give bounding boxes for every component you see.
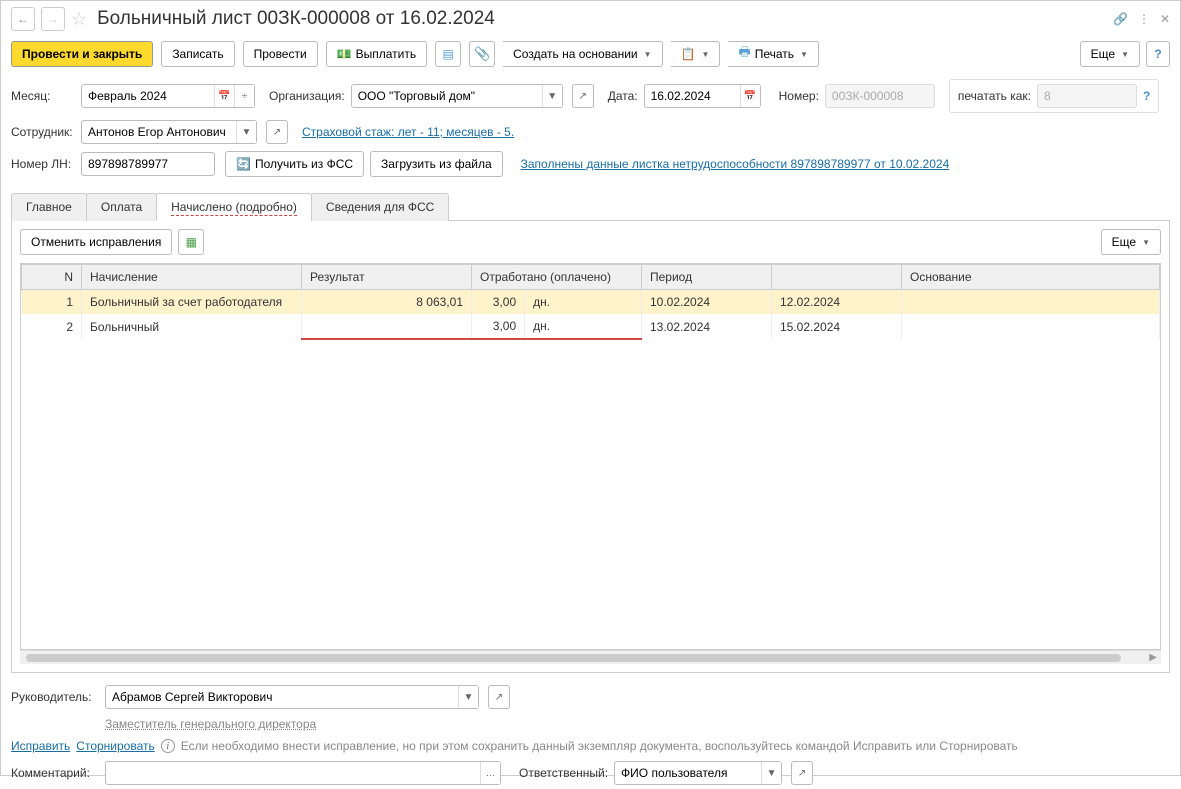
col-accrual[interactable]: Начисление [82,265,302,290]
print-as-help-icon[interactable]: ? [1143,89,1150,103]
table-settings-button[interactable]: ▦ [178,229,204,255]
save-button[interactable]: Записать [161,41,234,67]
col-result[interactable]: Результат [302,265,472,290]
month-input[interactable] [82,85,214,107]
cancel-corrections-button[interactable]: Отменить исправления [20,229,172,255]
money-icon: 💵 [337,47,352,61]
attach-button[interactable]: 📎 [469,41,495,67]
load-file-button[interactable]: Загрузить из файла [370,151,503,177]
paperclip-icon: 📎 [474,46,490,62]
page-title: Больничный лист 00ЗК-000008 от 16.02.202… [97,8,495,30]
tab-accrued[interactable]: Начислено (подробно) [156,193,312,221]
comment-input[interactable] [106,762,480,784]
employee-dropdown-btn[interactable]: ▼ [236,121,256,143]
info-text: Если необходимо внести исправление, но п… [181,739,1018,753]
month-label: Месяц: [11,89,75,103]
print-button[interactable]: 🖶Печать▼ [728,41,819,67]
table-row[interactable]: 1 Больничный за счет работодателя 8 063,… [22,290,1160,315]
col-basis[interactable]: Основание [902,265,1160,290]
horizontal-scrollbar[interactable]: ▶ [20,650,1161,664]
manager-input[interactable] [106,686,458,708]
table-icon: ▦ [186,235,197,249]
help-button[interactable]: ? [1146,41,1170,67]
table-more-button[interactable]: Еще▼ [1101,229,1161,255]
link-icon[interactable]: 🔗 [1113,12,1128,26]
refresh-icon: 🔄 [236,157,251,171]
tab-fss[interactable]: Сведения для ФСС [311,193,449,221]
reverse-link[interactable]: Сторнировать [76,739,154,753]
responsible-input[interactable] [615,762,761,784]
employee-open-btn[interactable]: ↗ [266,120,288,144]
ln-input[interactable] [82,153,214,175]
employee-label: Сотрудник: [11,125,75,139]
nav-forward-button[interactable]: → [41,7,65,31]
month-calendar-btn[interactable]: 📅 [214,85,234,107]
org-dropdown-btn[interactable]: ▼ [542,85,562,107]
manager-position-link[interactable]: Заместитель генерального директора [105,717,316,731]
pay-button[interactable]: 💵Выплатить [326,41,427,67]
post-button[interactable]: Провести [243,41,318,67]
responsible-open-btn[interactable]: ↗ [791,761,813,785]
tab-main[interactable]: Главное [11,193,87,221]
manager-open-btn[interactable]: ↗ [488,685,510,709]
filled-data-link[interactable]: Заполнены данные листка нетрудоспособнос… [521,157,950,171]
more-button[interactable]: Еще▼ [1080,41,1140,67]
number-label: Номер: [779,89,819,103]
ln-label: Номер ЛН: [11,157,75,171]
manager-label: Руководитель: [11,690,99,704]
printer-icon: 🖶 [738,43,750,65]
month-stepper-btn[interactable]: ÷ [234,85,254,107]
date-calendar-btn[interactable]: 📅 [740,85,760,107]
print-as-value: 8 [1037,84,1137,108]
col-worked[interactable]: Отработано (оплачено) [472,265,642,290]
info-icon: i [161,739,175,753]
get-fss-button[interactable]: 🔄Получить из ФСС [225,151,364,177]
org-open-btn[interactable]: ↗ [572,84,594,108]
manager-dropdown-btn[interactable]: ▼ [458,686,478,708]
nav-back-button[interactable]: ← [11,7,35,31]
col-period2[interactable] [772,265,902,290]
document-icon-button[interactable]: ▤ [435,41,461,67]
print-as-label: печатать как: [958,89,1031,103]
date-input[interactable] [645,85,740,107]
table-row[interactable]: 2 Больничный 3,00 дн. 13.02.2024 15.02.2… [22,314,1160,339]
responsible-dropdown-btn[interactable]: ▼ [761,762,781,784]
tab-payment[interactable]: Оплата [86,193,157,221]
structure-button[interactable]: 📋▼ [671,41,721,67]
fix-link[interactable]: Исправить [11,739,70,753]
number-value: 00ЗК-000008 [825,84,935,108]
insurance-link[interactable]: Страховой стаж: лет - 11; месяцев - 5. [302,125,514,139]
close-icon[interactable]: ✕ [1160,12,1170,26]
favorite-star-icon[interactable]: ☆ [71,9,87,30]
org-input[interactable] [352,85,542,107]
col-period[interactable]: Период [642,265,772,290]
menu-dots-icon[interactable]: ⋮ [1138,12,1150,26]
col-n[interactable]: N [22,265,82,290]
date-label: Дата: [608,89,638,103]
responsible-label: Ответственный: [519,766,608,780]
comment-more-btn[interactable]: … [480,762,500,784]
org-label: Организация: [269,89,345,103]
employee-input[interactable] [82,121,236,143]
comment-label: Комментарий: [11,766,99,780]
post-and-close-button[interactable]: Провести и закрыть [11,41,153,67]
create-based-button[interactable]: Создать на основании▼ [503,41,662,67]
